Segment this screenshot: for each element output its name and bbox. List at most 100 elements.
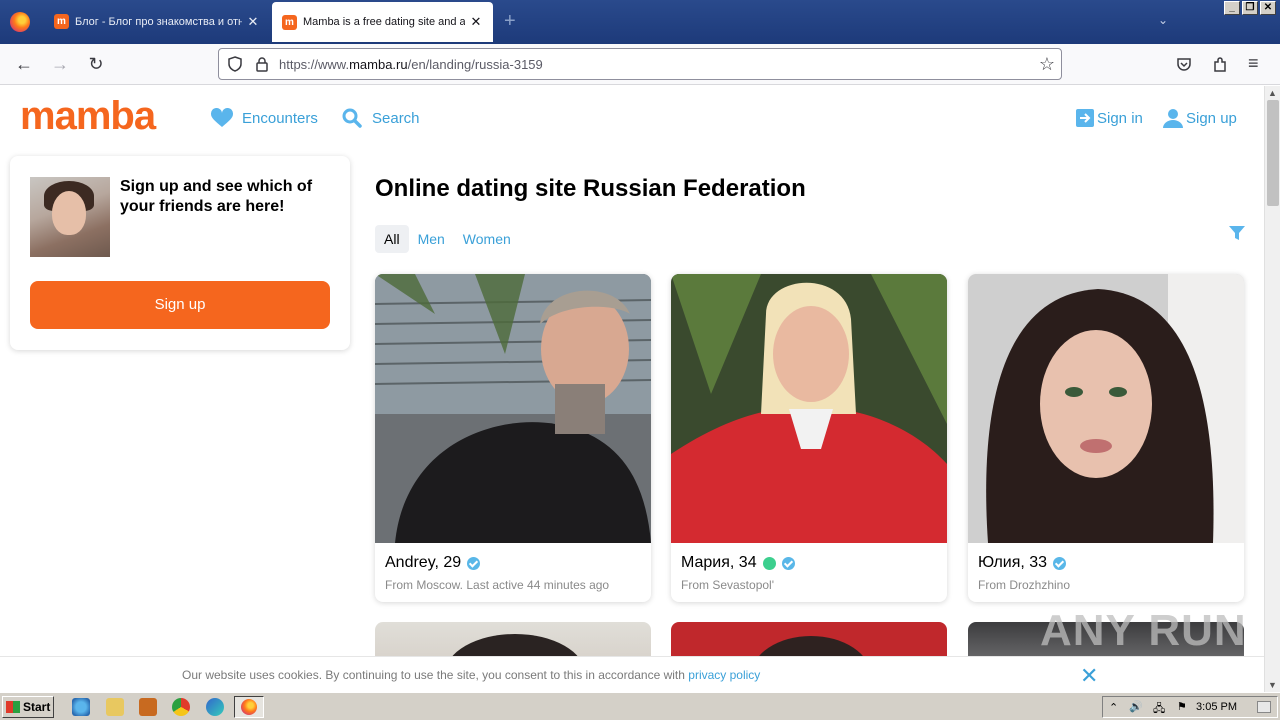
flag-icon[interactable]: ⚑ xyxy=(1177,700,1187,713)
scroll-down-icon[interactable]: ▼ xyxy=(1268,680,1277,690)
verified-icon xyxy=(781,556,795,570)
profile-location: From Sevastopol' xyxy=(681,578,774,592)
media-player-icon[interactable] xyxy=(139,698,157,716)
profile-name-text: Andrey, 29 xyxy=(385,554,462,571)
nav-encounters-label: Encounters xyxy=(242,109,318,127)
new-tab-icon[interactable]: + xyxy=(504,10,516,33)
promo-text: Sign up and see which of your friends ar… xyxy=(120,178,313,215)
bookmark-star-icon[interactable]: ☆ xyxy=(1039,54,1055,75)
privacy-policy-link[interactable]: privacy policy xyxy=(688,668,760,682)
nav-search-label: Search xyxy=(372,109,420,127)
profile-name-text: Юлия, 33 xyxy=(978,554,1048,571)
profile-card[interactable]: Юлия, 33 From Drozhzhino xyxy=(968,274,1244,602)
scroll-up-icon[interactable]: ▲ xyxy=(1268,88,1277,98)
start-label: Start xyxy=(23,700,51,714)
profile-location: From Moscow. Last active 44 minutes ago xyxy=(385,578,610,592)
profile-location: From Drozhzhino xyxy=(978,578,1071,592)
filter-funnel-icon[interactable] xyxy=(1228,224,1246,242)
search-icon xyxy=(342,108,362,128)
browser-tab-mamba[interactable]: m Mamba is a free dating site and a d ✕ xyxy=(272,2,493,42)
taskbar-firefox-active[interactable] xyxy=(234,696,264,718)
browser-tab-blog[interactable]: m Блог - Блог про знакомства и отн ✕ xyxy=(44,3,270,40)
user-icon xyxy=(1163,109,1183,128)
signup-promo-card: Sign up and see which of your friends ar… xyxy=(10,156,350,350)
verified-icon xyxy=(467,556,481,570)
nav-encounters[interactable]: Encounters xyxy=(210,108,318,128)
sign-in-icon xyxy=(1076,109,1094,127)
heart-icon xyxy=(210,108,234,127)
close-icon[interactable]: ✕ xyxy=(1080,663,1098,689)
filter-all[interactable]: All xyxy=(375,225,409,253)
window-controls: _ ❐ ✕ xyxy=(1224,1,1276,15)
nav-search[interactable]: Search xyxy=(342,108,420,128)
url-prefix: https://www. xyxy=(279,57,350,72)
back-arrow-icon[interactable]: ← xyxy=(12,53,36,77)
profile-name: Юлия, 33 xyxy=(978,554,1067,572)
lock-icon[interactable] xyxy=(255,56,269,72)
show-desktop-icon[interactable] xyxy=(1257,701,1271,713)
profile-name-text: Мария, 34 xyxy=(681,554,757,571)
system-tray: ⌃ 🔊 🖧 ⚑ 3:05 PM xyxy=(1102,696,1278,718)
firefox-icon[interactable] xyxy=(10,12,30,32)
url-text[interactable]: https://www.mamba.ru/en/landing/russia-3… xyxy=(279,57,543,72)
windows-taskbar: Start ⌃ 🔊 🖧 ⚑ 3:05 PM xyxy=(0,692,1280,720)
edge-icon[interactable] xyxy=(206,698,224,716)
web-page: mamba Encounters Search Sign in Sign up … xyxy=(0,86,1264,692)
mamba-favicon-icon: m xyxy=(54,14,69,29)
windows-flag-icon xyxy=(6,701,20,713)
browser-tab-strip: m Блог - Блог про знакомства и отн ✕ m M… xyxy=(0,0,1280,44)
sign-up-link[interactable]: Sign up xyxy=(1162,108,1237,128)
forward-arrow-icon[interactable]: → xyxy=(48,53,72,77)
profile-photo[interactable] xyxy=(375,274,651,543)
mamba-logo[interactable]: mamba xyxy=(20,94,156,139)
page-title: Online dating site Russian Federation xyxy=(375,175,806,202)
profile-name: Мария, 34 xyxy=(681,554,795,572)
profile-photo[interactable] xyxy=(671,274,947,543)
page-scrollbar[interactable]: ▲ ▼ xyxy=(1264,86,1280,692)
cookie-text: Our website uses cookies. By continuing … xyxy=(182,668,689,682)
mamba-favicon-icon: m xyxy=(282,14,297,30)
anyrun-watermark: ANY RUN xyxy=(1040,606,1247,655)
close-window-button[interactable]: ✕ xyxy=(1260,1,1276,15)
close-icon[interactable]: ✕ xyxy=(469,14,483,30)
browser-nav-bar: ← → ↻ https://www.mamba.ru/en/landing/ru… xyxy=(0,44,1280,85)
shield-icon[interactable] xyxy=(227,56,243,72)
promo-photo xyxy=(30,177,110,257)
sign-up-label: Sign up xyxy=(1186,109,1237,127)
clock[interactable]: 3:05 PM xyxy=(1196,701,1237,713)
sign-in-label: Sign in xyxy=(1097,109,1143,127)
volume-icon[interactable]: 🔊 xyxy=(1129,700,1143,713)
chrome-icon[interactable] xyxy=(172,698,190,716)
filter-men[interactable]: Men xyxy=(409,225,454,253)
url-bar[interactable]: https://www.mamba.ru/en/landing/russia-3… xyxy=(218,48,1062,80)
gender-filter-tabs: All Men Women xyxy=(375,225,520,253)
internet-explorer-icon[interactable] xyxy=(72,698,90,716)
menu-icon[interactable]: ≡ xyxy=(1248,53,1259,74)
firefox-icon xyxy=(241,699,257,715)
pocket-icon[interactable] xyxy=(1175,56,1193,74)
start-button[interactable]: Start xyxy=(2,696,54,718)
profile-name: Andrey, 29 xyxy=(385,554,481,572)
sign-in-link[interactable]: Sign in xyxy=(1075,108,1143,128)
chevron-down-icon[interactable]: ⌄ xyxy=(1158,13,1168,27)
reload-icon[interactable]: ↻ xyxy=(84,53,108,77)
scrollbar-thumb[interactable] xyxy=(1267,100,1279,206)
close-icon[interactable]: ✕ xyxy=(246,14,260,30)
profile-card[interactable]: Andrey, 29 From Moscow. Last active 44 m… xyxy=(375,274,651,602)
tab-title: Блог - Блог про знакомства и отн xyxy=(75,15,242,28)
minimize-button[interactable]: _ xyxy=(1224,1,1240,15)
folder-icon[interactable] xyxy=(106,698,124,716)
extensions-icon[interactable] xyxy=(1211,56,1229,74)
signup-button[interactable]: Sign up xyxy=(30,281,330,329)
cookie-banner: Our website uses cookies. By continuing … xyxy=(0,656,1264,692)
profile-photo[interactable] xyxy=(968,274,1244,543)
network-icon[interactable]: 🖧 xyxy=(1153,700,1165,719)
filter-women[interactable]: Women xyxy=(454,225,520,253)
url-domain: mamba.ru xyxy=(349,57,408,72)
online-status-icon xyxy=(762,556,776,570)
restore-button[interactable]: ❐ xyxy=(1242,1,1258,15)
profile-card[interactable]: Мария, 34 From Sevastopol' xyxy=(671,274,947,602)
verified-icon xyxy=(1053,556,1067,570)
tray-arrow-icon[interactable]: ⌃ xyxy=(1109,701,1118,714)
cookie-message: Our website uses cookies. By continuing … xyxy=(182,668,760,682)
